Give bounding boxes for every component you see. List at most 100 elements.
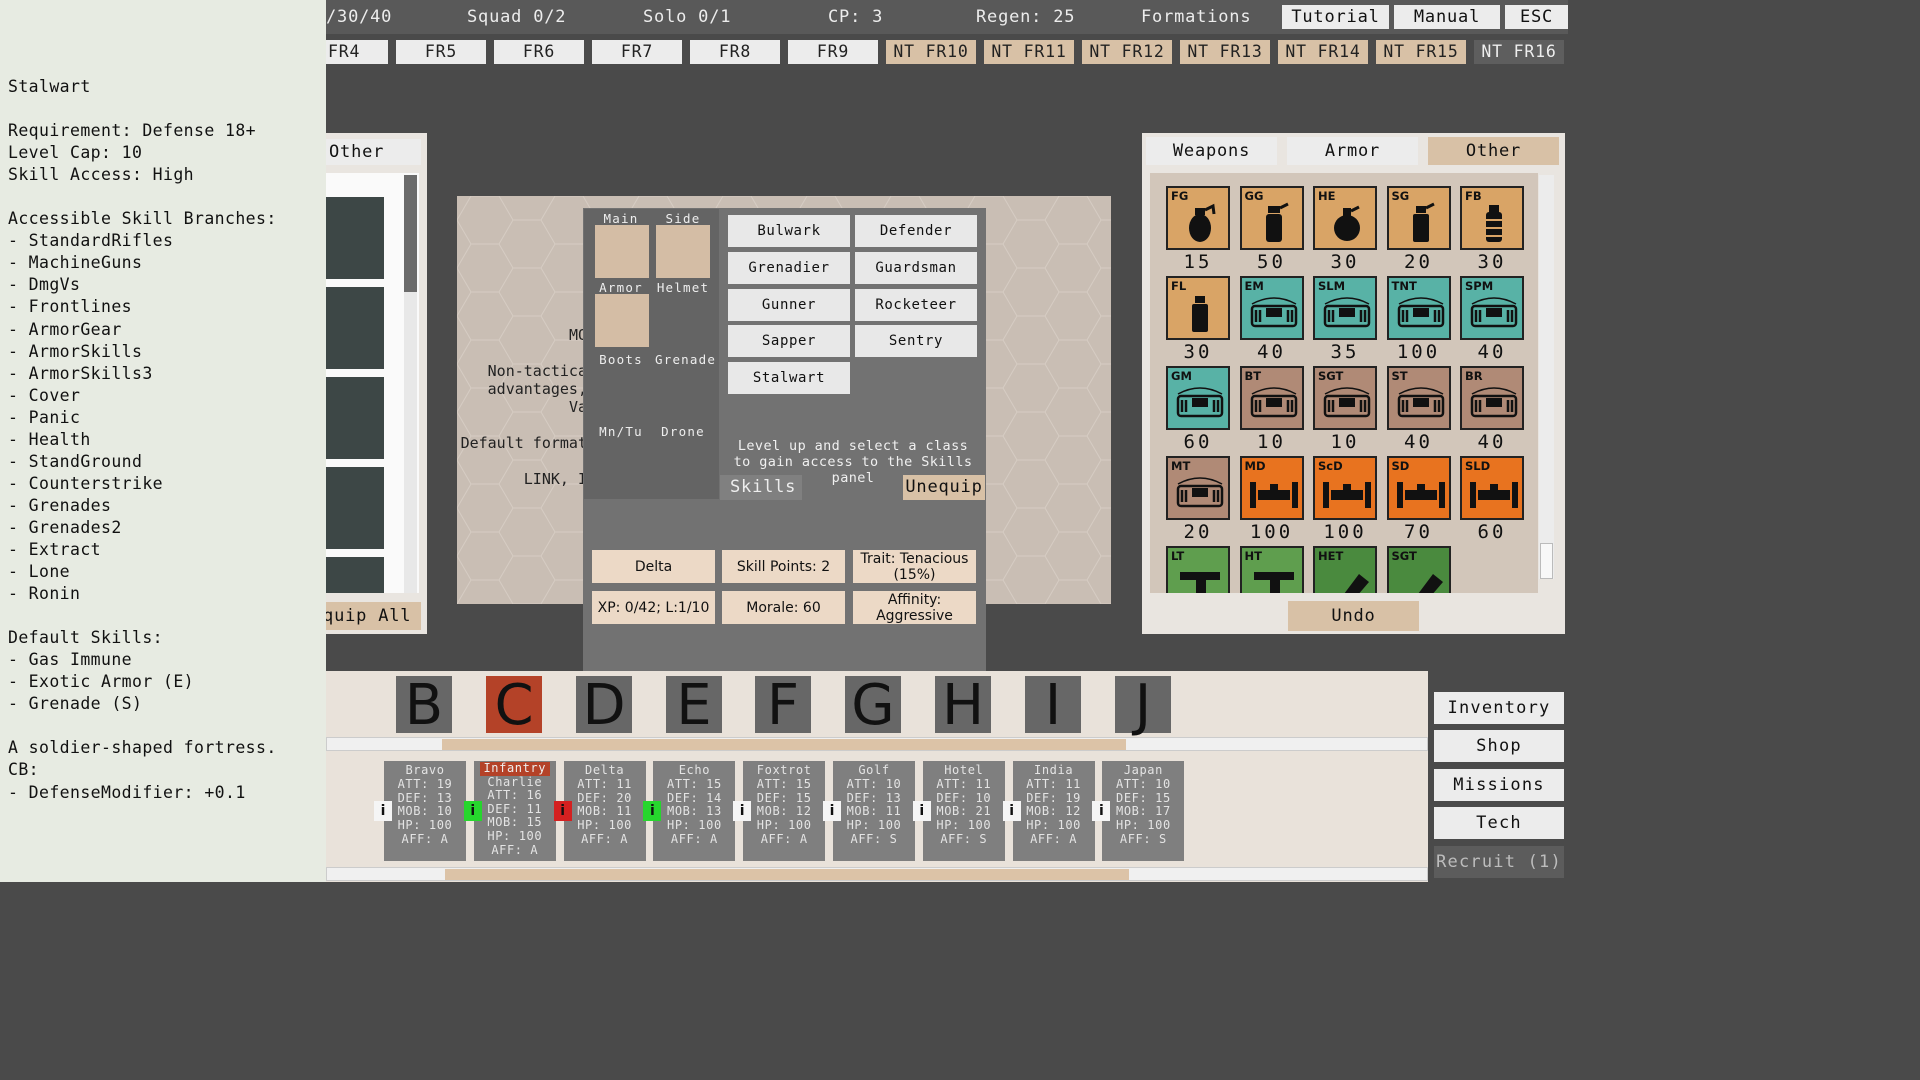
tab-nt-fr11[interactable]: NT FR11 (984, 40, 1074, 64)
tab-armor[interactable]: Armor (1287, 137, 1418, 165)
class-bulwark-button[interactable]: Bulwark (728, 215, 850, 247)
soldier-scrollbar[interactable] (326, 867, 1428, 881)
item-sld[interactable]: SLD (1460, 456, 1524, 520)
item-fb[interactable]: FB (1460, 186, 1524, 250)
tab-other[interactable]: Other (1428, 137, 1559, 165)
inventory-slot[interactable] (326, 287, 384, 369)
item-slm[interactable]: SLM (1313, 276, 1377, 340)
tab-weapons[interactable]: Weapons (1146, 137, 1277, 165)
item-tnt[interactable]: TNT (1386, 276, 1451, 340)
class-sentry-button[interactable]: Sentry (855, 325, 977, 357)
tab-fr8[interactable]: FR8 (690, 40, 780, 64)
soldier-info-button[interactable]: i (374, 801, 392, 821)
inventory-slot[interactable] (326, 557, 384, 593)
squad-scrollbar[interactable] (326, 737, 1428, 751)
item-he[interactable]: HE (1313, 186, 1377, 250)
soldier-info-button[interactable]: i (912, 801, 931, 821)
item-sg[interactable]: SG (1386, 186, 1451, 250)
inventory-slot[interactable] (326, 377, 384, 459)
item-gm[interactable]: GM (1166, 366, 1230, 430)
squad-i[interactable]: I (1025, 676, 1081, 736)
soldier-card[interactable]: Delta ATT: 11 DEF: 20 MOB: 11 HP: 100 AFF: A (563, 761, 646, 861)
equip-all-button[interactable]: Equip All (326, 602, 421, 630)
tab-nt-fr16[interactable]: NT FR16 (1474, 40, 1564, 64)
item-em[interactable]: EM (1239, 276, 1304, 340)
soldier-card[interactable]: Bravo ATT: 19 DEF: 13 MOB: 10 HP: 100 AFF: A (384, 761, 466, 861)
item-md[interactable]: MD (1239, 456, 1304, 520)
recruit-button[interactable]: Recruit (1) (1434, 846, 1564, 878)
soldier-info-button[interactable]: i (553, 801, 572, 821)
skills-button[interactable]: Skills (720, 475, 802, 500)
helmet-slot[interactable] (656, 294, 710, 347)
inventory-slot[interactable] (326, 467, 384, 549)
item-fg[interactable]: FG (1166, 186, 1230, 250)
grenade-slot[interactable] (656, 366, 710, 419)
squad-j[interactable]: J (1115, 676, 1171, 736)
class-stalwart-button[interactable]: Stalwart (728, 362, 850, 394)
class-rocketeer-button[interactable]: Rocketeer (855, 289, 977, 321)
class-grenadier-button[interactable]: Grenadier (728, 252, 850, 284)
shop-button[interactable]: Shop (1434, 730, 1564, 762)
soldier-info-button[interactable]: i (733, 801, 752, 821)
tab-nt-fr10[interactable]: NT FR10 (886, 40, 976, 64)
item-fl[interactable]: FL (1166, 276, 1230, 340)
item-scrollbar[interactable] (1539, 175, 1554, 579)
soldier-card[interactable]: Hotel ATT: 11 DEF: 10 MOB: 21 HP: 100 AFF: S (922, 761, 1005, 861)
soldier-card[interactable]: Japan ATT: 10 DEF: 15 MOB: 17 HP: 100 AFF: S (1102, 761, 1185, 861)
item-lt[interactable]: LT (1166, 546, 1230, 593)
soldier-card[interactable]: Infantry Charlie ATT: 16 DEF: 11 MOB: 15 HP: … (473, 761, 556, 861)
squad-h[interactable]: H (935, 676, 991, 736)
item-sgt[interactable]: SGT (1386, 546, 1451, 593)
soldier-info-button[interactable]: i (463, 801, 482, 821)
tab-fr7[interactable]: FR7 (592, 40, 682, 64)
item-gg[interactable]: GG (1239, 186, 1304, 250)
item-sgt[interactable]: SGT (1313, 366, 1377, 430)
tab-nt-fr15[interactable]: NT FR15 (1376, 40, 1466, 64)
squad-d[interactable]: D (576, 676, 632, 736)
item-st[interactable]: ST (1386, 366, 1451, 430)
soldier-card[interactable]: Golf ATT: 10 DEF: 13 MOB: 11 HP: 100 AFF: S (833, 761, 915, 861)
armor-slot[interactable] (595, 294, 649, 347)
squad-c[interactable]: C (486, 676, 542, 736)
soldier-info-button[interactable]: i (823, 801, 841, 821)
side-weapon-slot[interactable] (656, 225, 710, 278)
soldier-info-button[interactable]: i (1092, 801, 1111, 821)
squad-e[interactable]: E (666, 676, 722, 736)
scroll-thumb[interactable] (1540, 543, 1553, 579)
scroll-thumb[interactable] (445, 869, 1129, 880)
tab-fr5[interactable]: FR5 (396, 40, 486, 64)
class-defender-button[interactable]: Defender (855, 215, 977, 247)
soldier-card[interactable]: Echo ATT: 15 DEF: 14 MOB: 13 HP: 100 AFF: A (653, 761, 736, 861)
squad-g[interactable]: G (845, 676, 901, 736)
unequip-button[interactable]: Unequip (903, 475, 985, 500)
soldier-card[interactable]: India ATT: 11 DEF: 19 MOB: 12 HP: 100 AFF: A (1012, 761, 1095, 861)
mntu-slot[interactable] (595, 438, 649, 491)
item-het[interactable]: HET (1313, 546, 1377, 593)
scroll-thumb[interactable] (404, 175, 417, 292)
item-ht[interactable]: HT (1239, 546, 1304, 593)
left-scrollbar[interactable] (404, 175, 417, 593)
tech-button[interactable]: Tech (1434, 807, 1564, 839)
class-gunner-button[interactable]: Gunner (728, 289, 850, 321)
squad-f[interactable]: F (755, 676, 811, 736)
esc-button[interactable]: ESC (1505, 5, 1568, 29)
tab-fr4[interactable]: FR4 (326, 40, 388, 64)
inventory-slot[interactable] (326, 197, 384, 279)
item-bt[interactable]: BT (1239, 366, 1304, 430)
item-spm[interactable]: SPM (1460, 276, 1524, 340)
soldier-info-button[interactable]: i (1002, 801, 1021, 821)
boots-slot[interactable] (595, 366, 649, 419)
item-br[interactable]: BR (1460, 366, 1524, 430)
class-guardsman-button[interactable]: Guardsman (855, 252, 977, 284)
tab-other-left[interactable]: Other (326, 139, 421, 165)
tutorial-button[interactable]: Tutorial (1282, 5, 1389, 29)
item-mt[interactable]: MT (1166, 456, 1230, 520)
scroll-thumb[interactable] (442, 739, 1126, 750)
soldier-info-button[interactable]: i (643, 801, 662, 821)
class-sapper-button[interactable]: Sapper (728, 325, 850, 357)
item-sd[interactable]: SD (1386, 456, 1451, 520)
missions-button[interactable]: Missions (1434, 769, 1564, 801)
tab-nt-fr12[interactable]: NT FR12 (1082, 40, 1172, 64)
undo-button[interactable]: Undo (1288, 601, 1419, 631)
main-weapon-slot[interactable] (595, 225, 649, 278)
